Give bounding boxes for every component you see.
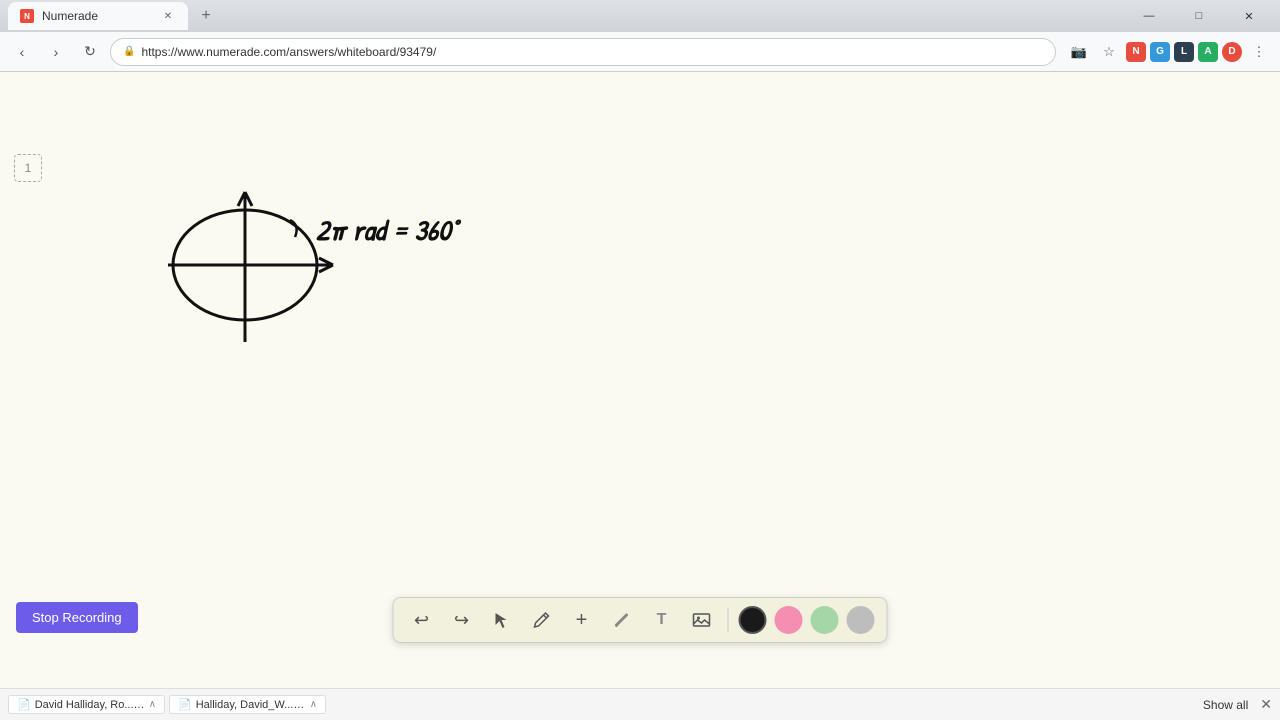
ext-icon-1[interactable]: N — [1126, 42, 1146, 62]
ext-icon-5[interactable]: D — [1222, 42, 1242, 62]
title-bar: N Numerade ✕ + — □ ✕ — [0, 0, 1280, 32]
close-button[interactable]: ✕ — [1226, 0, 1272, 32]
highlighter-tool[interactable] — [606, 604, 638, 636]
pdf-tab-1-label: David Halliday, Ro....pdf — [35, 699, 145, 711]
show-all-button[interactable]: Show all — [1195, 696, 1256, 714]
new-tab-button[interactable]: + — [192, 2, 220, 30]
color-pink[interactable] — [775, 606, 803, 634]
color-black[interactable] — [739, 606, 767, 634]
select-tool[interactable] — [486, 604, 518, 636]
content-area: 1 2π rad = 360° — [0, 72, 1280, 688]
stop-recording-button[interactable]: Stop Recording — [16, 602, 138, 633]
lock-icon: 🔒 — [123, 46, 135, 57]
ext-icon-4[interactable]: A — [1198, 42, 1218, 62]
toolbar-divider — [728, 608, 729, 632]
color-green[interactable] — [811, 606, 839, 634]
pdf-chevron-1[interactable]: ∧ — [149, 699, 156, 710]
image-tool[interactable] — [686, 604, 718, 636]
add-button[interactable]: + — [566, 604, 598, 636]
maximize-button[interactable]: □ — [1176, 0, 1222, 32]
pdf-tab-1[interactable]: 📄 David Halliday, Ro....pdf ∧ — [8, 695, 165, 714]
pdf-tab-2[interactable]: 📄 Halliday, David_W....pdf ∧ — [169, 695, 326, 714]
browser-frame: N Numerade ✕ + — □ ✕ ‹ › ↻ 🔒 https://www… — [0, 0, 1280, 720]
pdf-icon-1: 📄 — [17, 698, 31, 711]
svg-text:2π rad = 360°: 2π rad = 360° — [316, 211, 462, 249]
whiteboard[interactable]: 2π rad = 360° — [0, 72, 1280, 688]
pdf-tab-2-label: Halliday, David_W....pdf — [196, 699, 306, 711]
redo-button[interactable]: ↪ — [446, 604, 478, 636]
status-close-button[interactable]: ✕ — [1260, 696, 1272, 713]
drawing-canvas: 2π rad = 360° — [0, 72, 1280, 688]
tab-title: Numerade — [42, 9, 98, 23]
bookmark-icon[interactable]: ☆ — [1096, 39, 1122, 65]
undo-button[interactable]: ↩ — [406, 604, 438, 636]
status-bar: 📄 David Halliday, Ro....pdf ∧ 📄 Halliday… — [0, 688, 1280, 720]
pdf-icon-2: 📄 — [178, 698, 192, 711]
address-bar: ‹ › ↻ 🔒 https://www.numerade.com/answers… — [0, 32, 1280, 72]
pdf-chevron-2[interactable]: ∧ — [310, 699, 317, 710]
browser-tab[interactable]: N Numerade ✕ — [8, 2, 188, 30]
bottom-toolbar: ↩ ↪ + — [393, 597, 888, 643]
tab-favicon: N — [20, 9, 34, 23]
text-tool[interactable]: T — [646, 604, 678, 636]
minimize-button[interactable]: — — [1126, 0, 1172, 32]
forward-button[interactable]: › — [42, 38, 70, 66]
ext-icon-2[interactable]: G — [1150, 42, 1170, 62]
color-gray[interactable] — [847, 606, 875, 634]
window-controls: — □ ✕ — [1126, 0, 1272, 32]
menu-icon[interactable]: ⋮ — [1246, 39, 1272, 65]
cast-icon[interactable]: 📷 — [1066, 39, 1092, 65]
url-text: https://www.numerade.com/answers/whitebo… — [141, 45, 436, 59]
browser-toolbar-icons: 📷 ☆ N G L A D ⋮ — [1066, 39, 1272, 65]
tab-close-button[interactable]: ✕ — [160, 8, 176, 24]
back-button[interactable]: ‹ — [8, 38, 36, 66]
ext-icon-3[interactable]: L — [1174, 42, 1194, 62]
url-bar[interactable]: 🔒 https://www.numerade.com/answers/white… — [110, 38, 1056, 66]
pen-tool[interactable] — [526, 604, 558, 636]
refresh-button[interactable]: ↻ — [76, 38, 104, 66]
